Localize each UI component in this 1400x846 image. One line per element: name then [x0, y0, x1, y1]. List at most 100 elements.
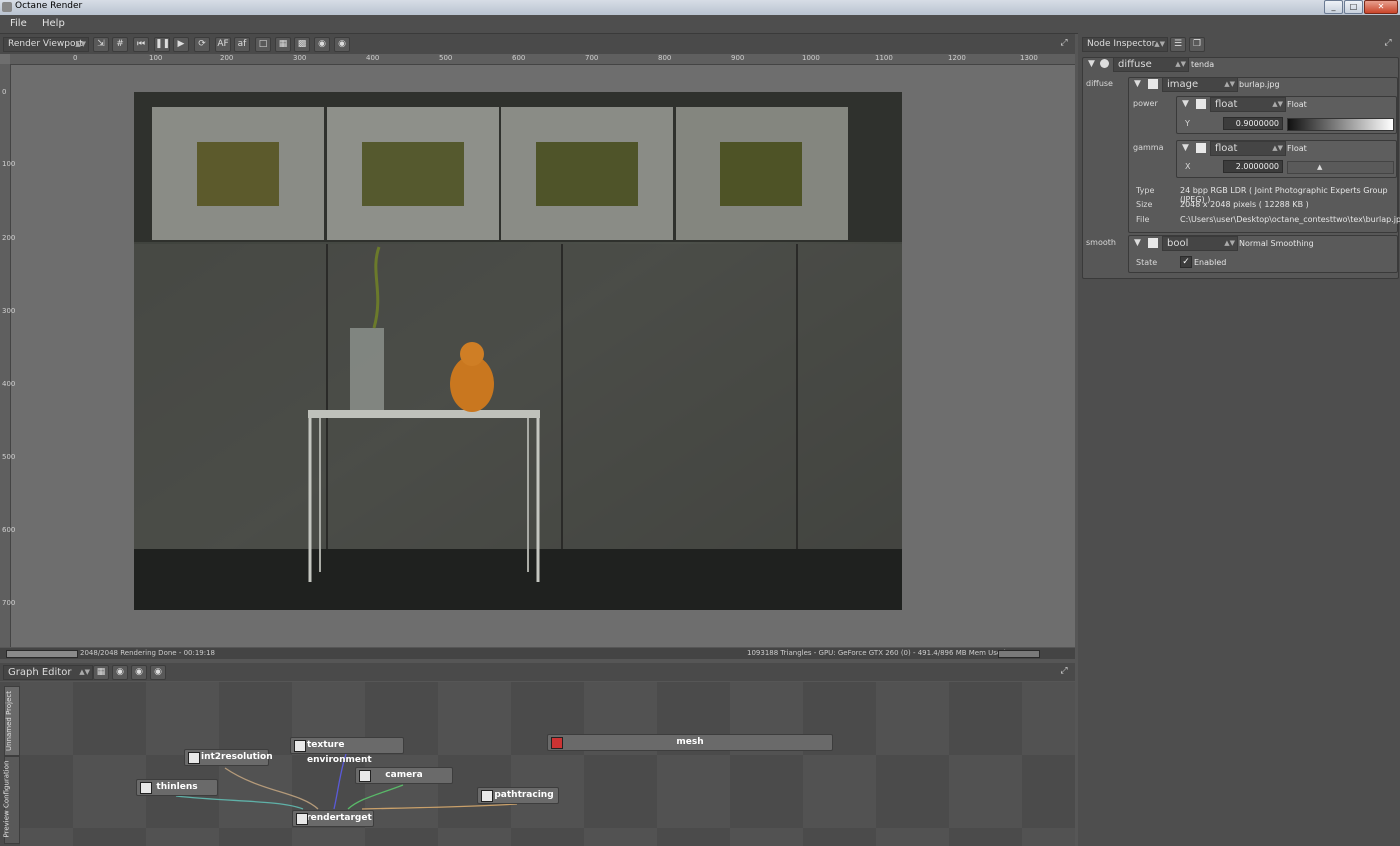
- node-label: int2resolution: [201, 752, 273, 762]
- node-thinlens[interactable]: thinlens: [136, 779, 218, 796]
- close-button[interactable]: ✕: [1364, 0, 1398, 14]
- group-icon[interactable]: ◉: [150, 665, 166, 680]
- title-bar: Octane Render _ □ ✕: [0, 0, 1400, 15]
- material-type-label: diffuse: [1118, 59, 1152, 70]
- ruler-tick: 700: [2, 599, 16, 607]
- menu-help[interactable]: Help: [42, 18, 65, 29]
- collapse-icon[interactable]: ▼: [1134, 79, 1141, 89]
- focus-picker-icon[interactable]: af: [234, 37, 250, 52]
- collapse-icon[interactable]: ▼: [1182, 99, 1189, 109]
- inspector-list-icon[interactable]: ☰: [1170, 37, 1186, 52]
- ruler-tick: 100: [2, 160, 16, 168]
- gamma-type-select[interactable]: float ▲▼: [1210, 141, 1286, 156]
- node-label: camera: [385, 770, 423, 780]
- graph-fullscreen-icon[interactable]: ⤢: [1057, 665, 1071, 678]
- menu-bar: File Help: [0, 15, 1400, 34]
- ruler-tick: 1200: [948, 54, 966, 62]
- node-texture-environment[interactable]: texture environment: [290, 737, 404, 765]
- node-icon: [359, 770, 371, 782]
- viewport-mode-select[interactable]: Render Viewport ▲▼: [3, 37, 89, 52]
- ruler-tick: 0: [2, 88, 7, 96]
- graph-editor-canvas[interactable]: Unnamed Project Preview Configuration in…: [0, 682, 1075, 846]
- restart-icon[interactable]: ⏮: [133, 37, 149, 52]
- window-title: Octane Render: [15, 1, 83, 11]
- checker-icon[interactable]: ▦: [275, 37, 291, 52]
- gamma-type-label: float: [1215, 143, 1238, 154]
- ruler-tick: 200: [220, 54, 234, 62]
- select-tool-icon[interactable]: ⇲: [93, 37, 109, 52]
- power-type-label: float: [1215, 99, 1238, 110]
- node-rendertarget[interactable]: rendertarget: [292, 810, 374, 827]
- info-size: 2048 x 2048 pixels ( 12288 KB ): [1180, 200, 1309, 209]
- node-mesh[interactable]: mesh: [547, 734, 833, 751]
- ruler-tick: 400: [2, 380, 16, 388]
- float-icon: [1196, 99, 1206, 109]
- render-image: [134, 92, 902, 610]
- render-settings-icon[interactable]: ◉: [334, 37, 350, 52]
- graph-editor-title: Graph Editor: [8, 667, 72, 678]
- checker-alt-icon[interactable]: ▩: [294, 37, 310, 52]
- material-sphere-icon: [1100, 59, 1109, 68]
- texture-icon[interactable]: ◉: [131, 665, 147, 680]
- info-file-label: File: [1136, 215, 1150, 224]
- ruler-tick: 700: [585, 54, 599, 62]
- node-int2resolution[interactable]: int2resolution: [184, 749, 273, 766]
- inspector-select[interactable]: Node Inspector ▲▼: [1082, 37, 1168, 52]
- render-globe-icon[interactable]: ◉: [314, 37, 330, 52]
- bool-icon: [1148, 238, 1158, 248]
- smooth-type-select[interactable]: bool ▲▼: [1162, 236, 1238, 251]
- collapse-icon[interactable]: ▼: [1182, 143, 1189, 153]
- graph-editor-toolbar: Graph Editor ▲▼ ▦ ◉ ◉ ◉ ⤢: [0, 663, 1075, 681]
- menu-file[interactable]: File: [10, 18, 27, 29]
- maximize-button[interactable]: □: [1344, 0, 1363, 14]
- collapse-icon[interactable]: ▼: [1134, 238, 1141, 248]
- node-inspector-panel: Node Inspector ▲▼ ☰ ❐ ⤢ ▼ diffuse ▲▼ tenda…: [1078, 33, 1400, 846]
- grid-icon[interactable]: #: [112, 37, 128, 52]
- ruler-tick: 0: [73, 54, 78, 62]
- ruler-tick: 500: [2, 453, 16, 461]
- node-icon: [551, 737, 563, 749]
- info-size-label: Size: [1136, 200, 1153, 209]
- power-slider[interactable]: [1287, 118, 1394, 131]
- gamma-slider[interactable]: ▲: [1287, 161, 1394, 174]
- add-node-icon[interactable]: ▦: [93, 665, 109, 680]
- tab-unnamed-project[interactable]: Unnamed Project: [4, 686, 20, 756]
- node-pathtracing[interactable]: pathtracing: [477, 787, 559, 804]
- node-camera[interactable]: camera: [355, 767, 453, 784]
- node-label: thinlens: [156, 782, 198, 792]
- gamma-input[interactable]: 2.0000000: [1223, 160, 1283, 173]
- gamma-axis: X: [1185, 162, 1191, 171]
- collapse-icon[interactable]: ▼: [1088, 59, 1095, 69]
- power-type-select[interactable]: float ▲▼: [1210, 97, 1286, 112]
- gamma-kind: Float: [1287, 144, 1307, 153]
- node-icon: [296, 813, 308, 825]
- ruler-tick: 900: [731, 54, 745, 62]
- power-input[interactable]: 0.9000000: [1223, 117, 1283, 130]
- node-label: mesh: [676, 737, 704, 747]
- smooth-type-label: bool: [1167, 238, 1189, 249]
- refresh-icon[interactable]: ⟳: [194, 37, 210, 52]
- fullscreen-icon[interactable]: ⤢: [1057, 37, 1071, 50]
- float-icon: [1196, 143, 1206, 153]
- play-icon[interactable]: ▶: [173, 37, 189, 52]
- tab-preview-configuration-label: Preview Configuration: [2, 760, 11, 838]
- power-kind: Float: [1287, 100, 1307, 109]
- ruler-tick: 600: [512, 54, 526, 62]
- state-checkbox[interactable]: ✓: [1180, 256, 1192, 268]
- tab-preview-configuration[interactable]: Preview Configuration: [2, 756, 20, 844]
- pause-icon[interactable]: ❚❚: [154, 37, 170, 52]
- diffuse-value: burlap.jpg: [1239, 80, 1280, 89]
- graph-editor-select[interactable]: Graph Editor ▲▼: [3, 665, 93, 680]
- autofocus-icon[interactable]: AF: [215, 37, 231, 52]
- diffuse-type-label: image: [1167, 79, 1199, 90]
- state-value: Enabled: [1194, 258, 1227, 267]
- material-name: tenda: [1191, 60, 1215, 69]
- region-icon[interactable]: □: [255, 37, 271, 52]
- ruler-tick: 1100: [875, 54, 893, 62]
- inspector-copy-icon[interactable]: ❐: [1189, 37, 1205, 52]
- inspector-fullscreen-icon[interactable]: ⤢: [1381, 37, 1395, 50]
- minimize-button[interactable]: _: [1324, 0, 1343, 14]
- material-type-select[interactable]: diffuse ▲▼: [1113, 57, 1189, 72]
- material-icon[interactable]: ◉: [112, 665, 128, 680]
- diffuse-type-select[interactable]: image ▲▼: [1162, 77, 1238, 92]
